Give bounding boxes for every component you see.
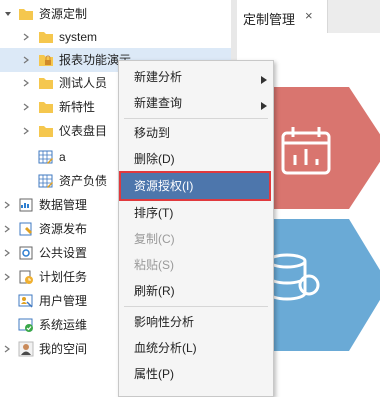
menu-item-label: 新建查询	[134, 96, 183, 110]
menu-item-label: 移动到	[134, 126, 171, 140]
menu-separator	[124, 306, 268, 307]
tree-item-label: 资源定制	[39, 7, 88, 21]
tree-item-label: 计划任务	[39, 270, 88, 284]
collapsed-arrow-icon[interactable]	[3, 201, 11, 209]
collapsed-arrow-icon[interactable]	[3, 249, 11, 257]
menu-item-label: 删除(D)	[134, 152, 175, 166]
tree-item-label: 新特性	[59, 100, 96, 114]
expanded-arrow-icon[interactable]	[4, 10, 12, 18]
menu-item-sort[interactable]: 排序(T)	[119, 201, 273, 225]
menu-item-delete[interactable]: 删除(D)	[119, 147, 273, 171]
tree-item-label: 我的空间	[39, 342, 88, 356]
collapsed-arrow-icon[interactable]	[22, 103, 30, 111]
tab-bar: 定制管理 ×	[237, 0, 380, 34]
collapsed-arrow-icon[interactable]	[22, 33, 30, 41]
collapsed-arrow-icon[interactable]	[3, 273, 11, 281]
menu-item-lineage-analysis[interactable]: 血统分析(L)	[119, 336, 273, 360]
report-icon	[38, 173, 54, 189]
close-icon[interactable]: ×	[305, 8, 313, 23]
menu-item-new-query[interactable]: 新建查询	[119, 91, 273, 115]
tree-item-label: 资源发布	[39, 222, 88, 236]
menu-separator	[124, 118, 268, 119]
menu-item-label: 血统分析(L)	[134, 341, 197, 355]
collapsed-arrow-icon[interactable]	[22, 79, 30, 87]
tab-custom-manage[interactable]: 定制管理 ×	[237, 0, 328, 33]
menu-item-properties[interactable]: 属性(P)	[119, 362, 273, 386]
folder-icon	[18, 6, 34, 22]
context-menu: 新建分析 新建查询 移动到 删除(D) 资源授权(I) 排序(T) 复制(C) …	[118, 60, 274, 397]
maintenance-icon	[18, 317, 34, 333]
my-space-icon	[18, 341, 34, 357]
tree-item-label: 用户管理	[39, 294, 88, 308]
menu-item-copy: 复制(C)	[119, 227, 273, 251]
publish-icon	[18, 221, 34, 237]
settings-icon	[18, 245, 34, 261]
folder-icon	[38, 123, 54, 139]
menu-item-new-analysis[interactable]: 新建分析	[119, 65, 273, 89]
menu-item-label: 影响性分析	[134, 315, 195, 329]
tree-item-label: system	[59, 30, 98, 44]
menu-item-label: 粘贴(S)	[134, 258, 174, 272]
collapsed-arrow-icon[interactable]	[22, 56, 30, 64]
menu-item-resource-authorize[interactable]: 资源授权(I)	[119, 171, 271, 201]
tree-item-resource-custom[interactable]: 资源定制	[0, 2, 231, 26]
menu-item-label: 资源授权(I)	[134, 179, 194, 193]
submenu-arrow-icon	[261, 73, 267, 87]
menu-item-label: 复制(C)	[134, 232, 175, 246]
collapsed-arrow-icon[interactable]	[22, 127, 30, 135]
tree-item-label: 仪表盘目	[59, 124, 108, 138]
tree-item-label: 资产负债	[59, 174, 108, 188]
tree-item-label: 公共设置	[39, 246, 88, 260]
menu-item-move-to[interactable]: 移动到	[119, 121, 273, 145]
menu-item-label: 新建分析	[134, 70, 183, 84]
tree-item-label: 测试人员	[59, 76, 108, 90]
locked-folder-icon	[38, 52, 54, 68]
menu-item-label: 刷新(R)	[134, 284, 175, 298]
folder-icon	[38, 75, 54, 91]
menu-item-paste: 粘贴(S)	[119, 253, 273, 277]
menu-item-label: 属性(P)	[134, 367, 174, 381]
folder-icon	[38, 29, 54, 45]
submenu-arrow-icon	[261, 99, 267, 113]
schedule-icon	[18, 269, 34, 285]
report-icon	[38, 149, 54, 165]
menu-item-label: 排序(T)	[134, 206, 174, 220]
collapsed-arrow-icon[interactable]	[3, 345, 11, 353]
tab-label: 定制管理	[243, 12, 296, 27]
tree-item-system[interactable]: system	[0, 25, 231, 49]
tree-item-label: 数据管理	[39, 198, 88, 212]
menu-item-impact-analysis[interactable]: 影响性分析	[119, 310, 273, 334]
user-manage-icon	[18, 293, 34, 309]
collapsed-arrow-icon[interactable]	[3, 225, 11, 233]
menu-item-refresh[interactable]: 刷新(R)	[119, 279, 273, 303]
tree-item-label: a	[59, 150, 66, 164]
data-manage-icon	[18, 197, 34, 213]
folder-icon	[38, 99, 54, 115]
tree-item-label: 系统运维	[39, 318, 88, 332]
